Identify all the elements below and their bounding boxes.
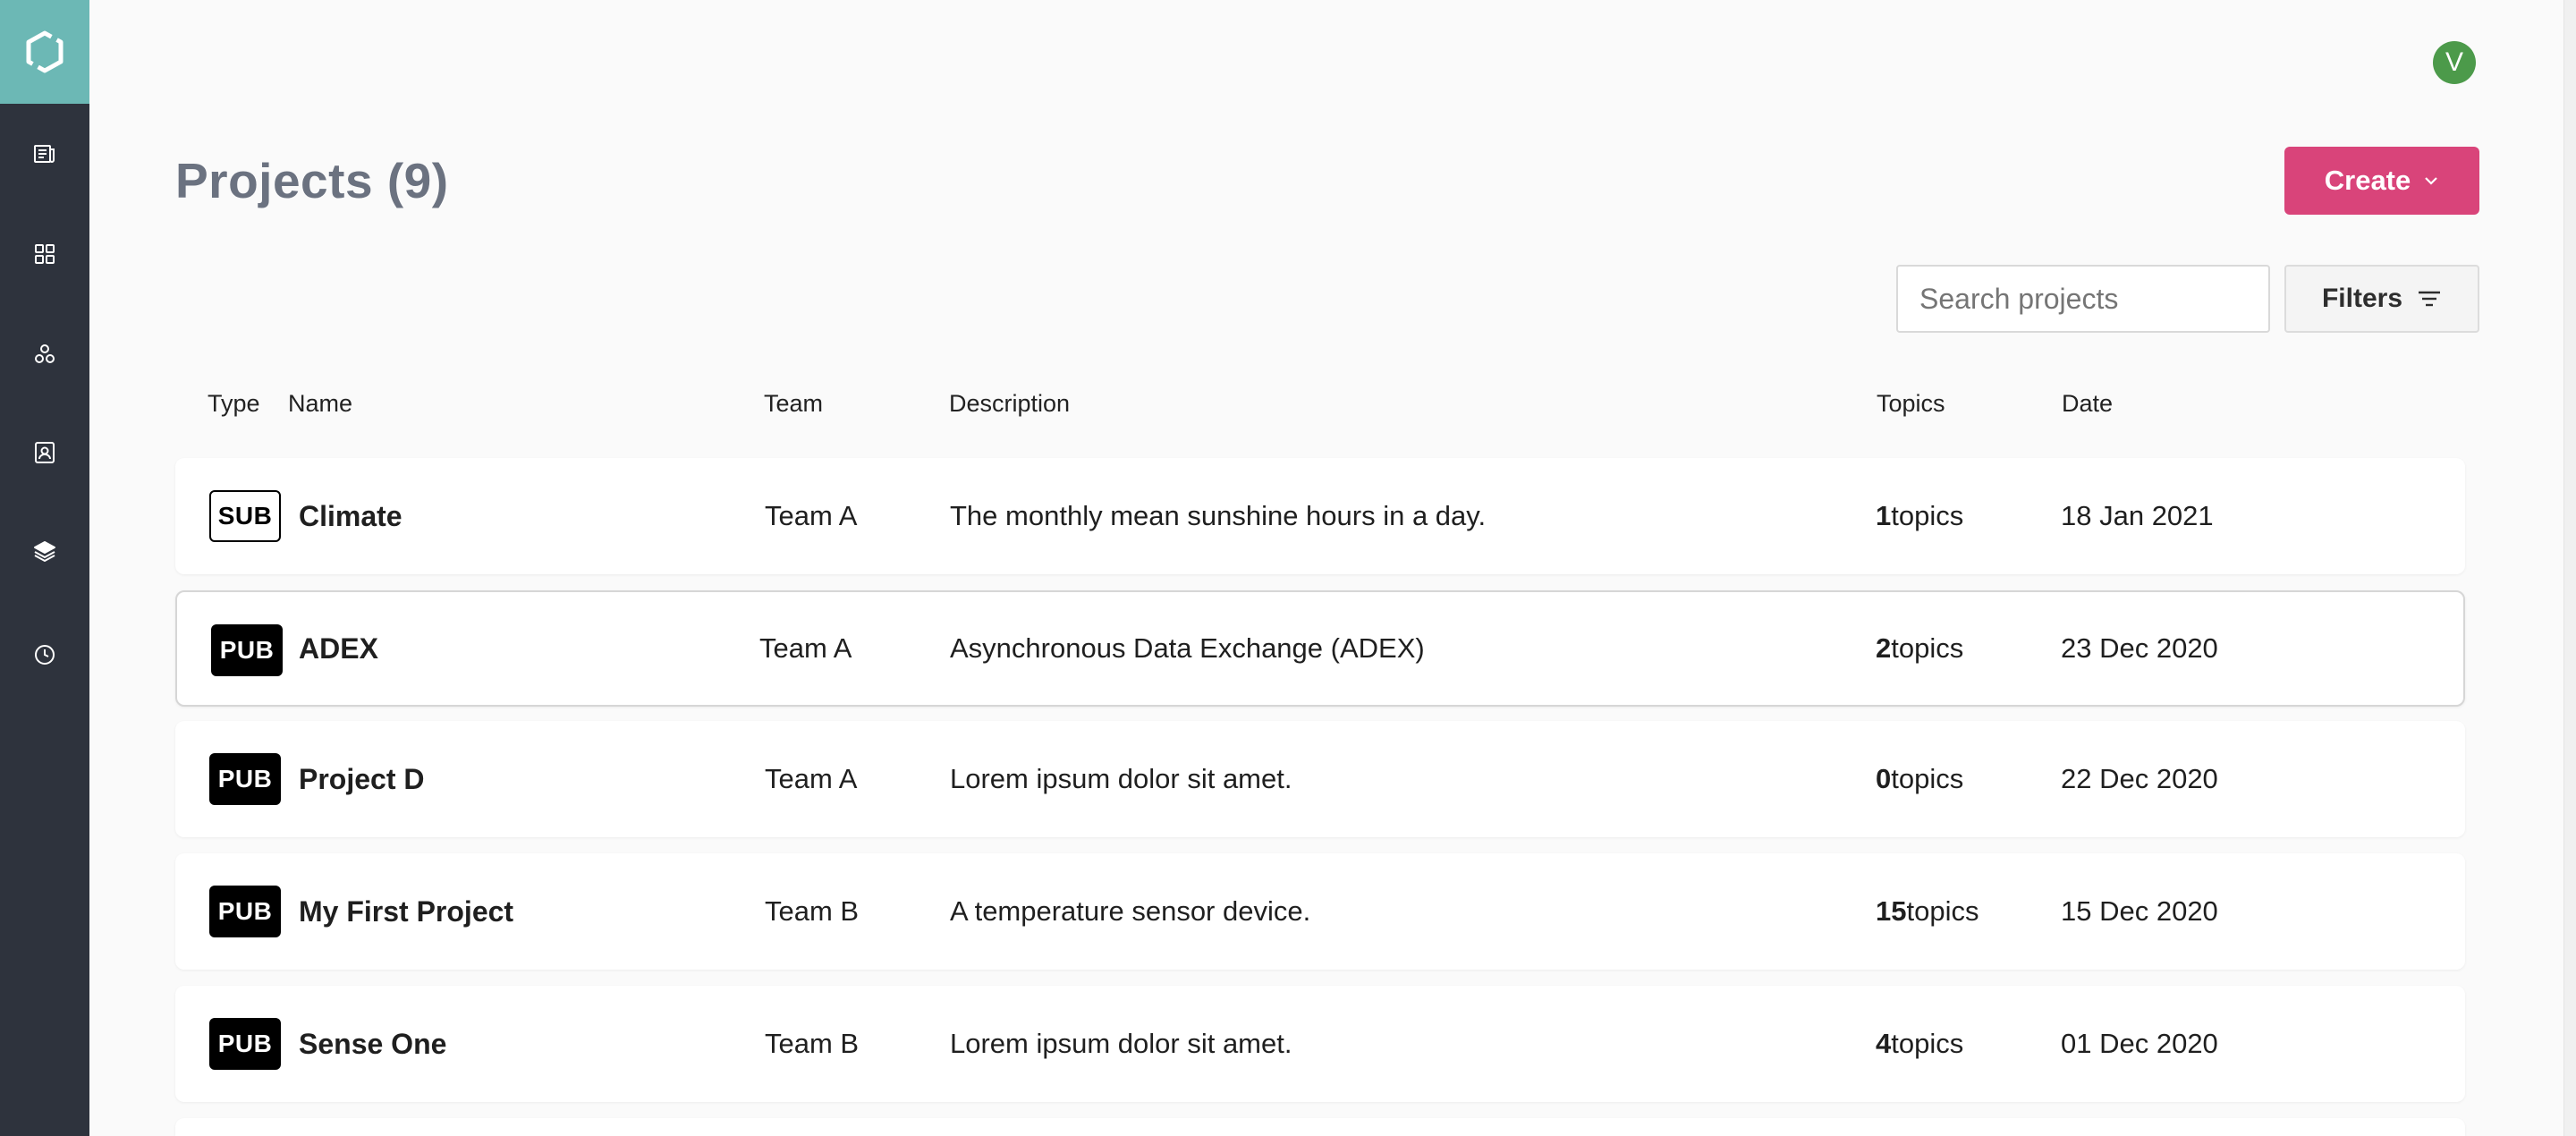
clock-icon bbox=[35, 645, 55, 665]
table-row[interactable]: SUB Climate Team A The monthly mean suns… bbox=[175, 458, 2465, 574]
table-row[interactable]: PUB Project D Team A Lorem ipsum dolor s… bbox=[175, 721, 2465, 837]
project-date: 23 Dec 2020 bbox=[2061, 632, 2218, 664]
column-header-topics[interactable]: Topics bbox=[1877, 390, 1945, 418]
project-topics: 4 topics bbox=[1876, 986, 1963, 1102]
layers-icon bbox=[34, 541, 55, 562]
type-badge: PUB bbox=[209, 886, 281, 937]
topics-count: 2 bbox=[1876, 632, 1892, 664]
project-name: Climate bbox=[299, 499, 402, 532]
table-row[interactable]: PUB ADEX Team A Asynchronous Data Exchan… bbox=[175, 590, 2465, 707]
project-date: 22 Dec 2020 bbox=[2061, 763, 2218, 794]
project-team: Team B bbox=[765, 1028, 860, 1059]
project-team: Team B bbox=[765, 895, 860, 927]
page-title: Projects (9) bbox=[175, 153, 449, 208]
molecule-icon bbox=[35, 344, 55, 363]
project-topics: 1 topics bbox=[1876, 458, 1963, 574]
project-name: Project D bbox=[299, 762, 425, 795]
project-topics: 15 topics bbox=[1876, 853, 1979, 970]
search-box bbox=[1896, 265, 2270, 333]
topics-suffix: topics bbox=[1891, 632, 1964, 664]
contact-card-icon bbox=[35, 442, 55, 463]
sidebar-item-contacts[interactable] bbox=[0, 426, 89, 479]
column-header-team[interactable]: Team bbox=[764, 390, 823, 418]
user-avatar[interactable]: V bbox=[2433, 41, 2476, 84]
project-date: 01 Dec 2020 bbox=[2061, 1028, 2218, 1059]
column-header-name[interactable]: Name bbox=[288, 390, 352, 418]
topics-count: 0 bbox=[1876, 763, 1892, 794]
topics-suffix: topics bbox=[1906, 895, 1979, 927]
sidebar-item-dashboard[interactable] bbox=[0, 227, 89, 281]
topics-suffix: topics bbox=[1891, 1028, 1964, 1059]
project-description: Lorem ipsum dolor sit amet. bbox=[950, 763, 1292, 794]
create-button[interactable]: Create bbox=[2284, 147, 2479, 215]
project-date: 15 Dec 2020 bbox=[2061, 895, 2218, 927]
project-date: 18 Jan 2021 bbox=[2061, 500, 2214, 531]
project-description: A temperature sensor device. bbox=[950, 895, 1311, 927]
project-name: My First Project bbox=[299, 894, 514, 928]
sidebar-item-news[interactable] bbox=[0, 127, 89, 181]
project-name: Sense One bbox=[299, 1027, 447, 1060]
newspaper-icon bbox=[34, 145, 55, 163]
column-header-description[interactable]: Description bbox=[949, 390, 1070, 418]
sidebar-item-history[interactable] bbox=[0, 628, 89, 682]
topics-count: 15 bbox=[1876, 895, 1907, 927]
create-button-label: Create bbox=[2324, 165, 2411, 196]
project-name: ADEX bbox=[299, 632, 378, 665]
topics-count: 1 bbox=[1876, 500, 1892, 531]
sidebar-item-network[interactable] bbox=[0, 327, 89, 381]
table-row[interactable]: PUB Sense One Team B Lorem ipsum dolor s… bbox=[175, 986, 2465, 1102]
type-badge: SUB bbox=[209, 490, 281, 542]
hexagon-logo-icon bbox=[26, 30, 64, 73]
project-topics: 2 topics bbox=[1876, 592, 1963, 705]
type-badge: PUB bbox=[209, 753, 281, 805]
app-logo[interactable] bbox=[0, 0, 89, 104]
grid-icon bbox=[35, 244, 55, 264]
filter-icon bbox=[2419, 291, 2441, 307]
scrollbar[interactable] bbox=[2563, 0, 2576, 1136]
sidebar-item-layers[interactable] bbox=[0, 524, 89, 578]
column-header-date[interactable]: Date bbox=[2062, 390, 2113, 418]
project-description: Lorem ipsum dolor sit amet. bbox=[950, 1028, 1292, 1059]
chevron-down-icon bbox=[2425, 177, 2438, 185]
topics-suffix: topics bbox=[1891, 500, 1964, 531]
type-badge: PUB bbox=[211, 624, 283, 676]
topics-count: 4 bbox=[1876, 1028, 1892, 1059]
filters-button-label: Filters bbox=[2321, 284, 2403, 313]
project-topics: 0 topics bbox=[1876, 721, 1963, 837]
table-row[interactable] bbox=[175, 1118, 2465, 1136]
table-row[interactable]: PUB My First Project Team B A temperatur… bbox=[175, 853, 2465, 970]
project-team: Team A bbox=[759, 632, 852, 664]
project-team: Team A bbox=[765, 500, 858, 531]
topics-suffix: topics bbox=[1891, 763, 1964, 794]
filters-button[interactable]: Filters bbox=[2284, 265, 2479, 333]
type-badge: PUB bbox=[209, 1018, 281, 1070]
search-input[interactable] bbox=[1919, 282, 2247, 316]
project-description: The monthly mean sunshine hours in a day… bbox=[950, 500, 1487, 531]
column-header-type[interactable]: Type bbox=[208, 390, 260, 418]
project-team: Team A bbox=[765, 763, 858, 794]
project-description: Asynchronous Data Exchange (ADEX) bbox=[950, 632, 1425, 664]
sidebar bbox=[0, 0, 89, 1136]
